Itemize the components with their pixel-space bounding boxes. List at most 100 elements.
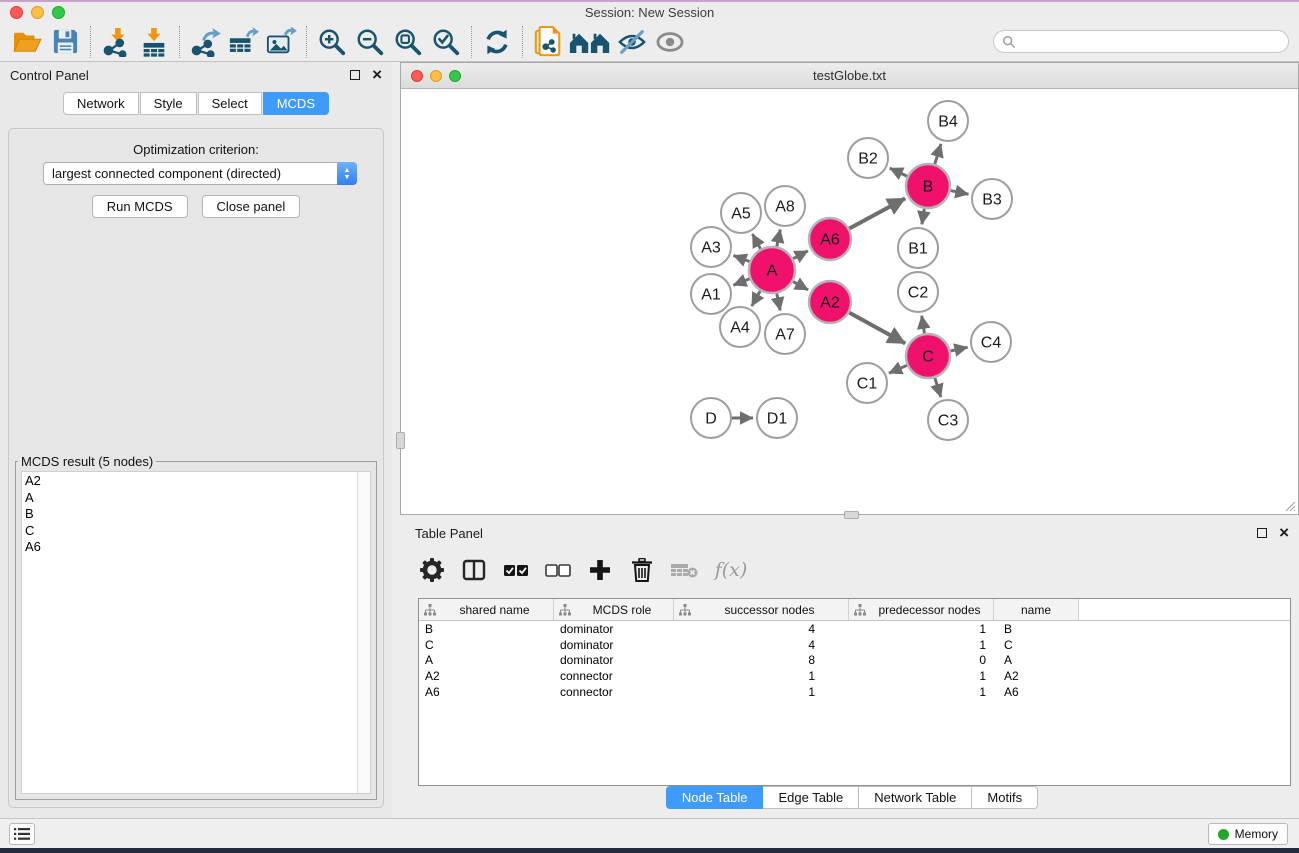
edge-B-B3[interactable] (951, 191, 969, 195)
edge-C-C4[interactable] (950, 347, 967, 351)
table-cell[interactable]: A (994, 653, 1079, 667)
edge-A-A3[interactable] (733, 255, 749, 261)
add-row-button[interactable] (583, 554, 617, 586)
float-panel-icon[interactable] (350, 70, 360, 80)
export-network-button[interactable] (186, 25, 224, 59)
vertical-divider-grip[interactable] (396, 432, 405, 449)
export-table-button[interactable] (224, 25, 262, 59)
table-cell[interactable]: A2 (994, 669, 1079, 683)
mcds-result-item[interactable]: A6 (25, 539, 357, 556)
edge-C-C3[interactable] (935, 378, 941, 397)
memory-button[interactable]: Memory (1208, 823, 1288, 845)
column-header-predecessor-nodes[interactable]: predecessor nodes (849, 599, 994, 620)
select-all-button[interactable] (499, 554, 533, 586)
float-table-panel-icon[interactable] (1257, 528, 1267, 538)
column-header-name[interactable]: name (994, 599, 1079, 620)
network-canvas[interactable]: B4B2BB3A5A8A6A3B1AC2A1A2A4A7C4CC1DD1C3 (401, 89, 1298, 514)
houses-button[interactable] (567, 25, 613, 59)
table-cell[interactable]: A (419, 653, 554, 667)
edge-C-C2[interactable] (922, 316, 925, 334)
edge-A-A4[interactable] (752, 291, 761, 306)
export-image-button[interactable] (262, 25, 300, 59)
table-cell[interactable]: 1 (674, 685, 849, 699)
function-builder-button[interactable]: f(x) (709, 554, 753, 586)
open-file-button[interactable] (8, 25, 46, 59)
save-session-button[interactable] (46, 25, 84, 59)
table-cell[interactable]: dominator (554, 622, 674, 636)
zoom-out-button[interactable] (351, 25, 389, 59)
table-cell[interactable]: 1 (849, 622, 994, 636)
table-cell[interactable]: B (419, 622, 554, 636)
edge-C-C1[interactable] (889, 365, 907, 373)
edge-A-A1[interactable] (733, 279, 749, 285)
tab-motifs[interactable]: Motifs (972, 786, 1038, 809)
criterion-dropdown[interactable]: largest connected component (directed) ▲… (43, 162, 357, 185)
eye-button[interactable] (651, 25, 689, 59)
table-cell[interactable]: connector (554, 669, 674, 683)
table-cell[interactable]: A6 (419, 685, 554, 699)
table-cell[interactable]: A2 (419, 669, 554, 683)
horizontal-divider-grip[interactable] (844, 511, 859, 519)
column-header-successor-nodes[interactable]: successor nodes (674, 599, 849, 620)
mcds-result-item[interactable]: A (25, 490, 357, 507)
settings-gear-button[interactable] (415, 554, 449, 586)
tab-network[interactable]: Network (63, 92, 139, 115)
table-cell[interactable]: 1 (849, 685, 994, 699)
close-panel-button[interactable]: Close panel (202, 195, 301, 218)
table-cell[interactable]: 4 (674, 638, 849, 652)
column-view-button[interactable] (457, 554, 491, 586)
table-row[interactable]: A6connector11A6 (419, 684, 1290, 700)
zoom-fit-button[interactable] (389, 25, 427, 59)
mcds-result-list[interactable]: A2ABCA6 (22, 472, 357, 793)
delete-row-button[interactable] (625, 554, 659, 586)
column-header-mcds-role[interactable]: MCDS role (554, 599, 674, 620)
table-cell[interactable]: B (994, 622, 1079, 636)
mcds-result-item[interactable]: A2 (25, 473, 357, 490)
mcds-result-item[interactable]: C (25, 523, 357, 540)
edge-A6-B[interactable] (849, 198, 905, 228)
table-cell[interactable]: C (994, 638, 1079, 652)
network-graph[interactable]: B4B2BB3A5A8A6A3B1AC2A1A2A4A7C4CC1DD1C3 (401, 89, 1298, 507)
node-table[interactable]: shared nameMCDS rolesuccessor nodesprede… (418, 598, 1291, 786)
column-header-shared-name[interactable]: shared name (419, 599, 554, 620)
tab-style[interactable]: Style (140, 92, 197, 115)
table-cell[interactable]: 1 (674, 669, 849, 683)
hidden-eye-button[interactable] (613, 25, 651, 59)
table-row[interactable]: A2connector11A2 (419, 668, 1290, 684)
task-history-button[interactable] (9, 823, 35, 845)
tab-edge-table[interactable]: Edge Table (763, 786, 859, 809)
close-panel-icon[interactable]: × (372, 70, 382, 80)
tab-network-table[interactable]: Network Table (859, 786, 972, 809)
edge-B-B2[interactable] (890, 168, 907, 176)
zoom-selected-button[interactable] (427, 25, 465, 59)
search-box[interactable] (993, 30, 1289, 53)
close-table-panel-icon[interactable]: × (1279, 528, 1289, 538)
run-mcds-button[interactable]: Run MCDS (92, 195, 188, 218)
table-cell[interactable]: dominator (554, 638, 674, 652)
edge-A-A6[interactable] (793, 251, 808, 259)
search-input[interactable] (1016, 33, 1288, 51)
resize-grip-icon[interactable] (1282, 498, 1296, 512)
import-network-button[interactable] (97, 25, 135, 59)
edge-B-B4[interactable] (935, 144, 941, 164)
mcds-result-item[interactable]: B (25, 506, 357, 523)
network-window-titlebar[interactable]: testGlobe.txt (401, 63, 1298, 89)
table-cell[interactable]: 1 (849, 669, 994, 683)
table-cell[interactable]: 4 (674, 622, 849, 636)
tab-mcds[interactable]: MCDS (263, 92, 329, 115)
delete-table-button[interactable] (667, 554, 701, 586)
edge-A2-C[interactable] (849, 313, 905, 344)
table-row[interactable]: Bdominator41B (419, 621, 1290, 637)
table-cell[interactable]: C (419, 638, 554, 652)
edge-A-A8[interactable] (777, 230, 780, 247)
edge-A-A7[interactable] (777, 294, 780, 311)
table-cell[interactable]: 1 (849, 638, 994, 652)
edge-A-A2[interactable] (793, 282, 808, 290)
table-cell[interactable]: dominator (554, 653, 674, 667)
refresh-button[interactable] (478, 25, 516, 59)
table-cell[interactable]: 0 (849, 653, 994, 667)
table-cell[interactable]: A6 (994, 685, 1079, 699)
table-row[interactable]: Adominator80A (419, 653, 1290, 669)
edge-B-B1[interactable] (922, 209, 925, 225)
edge-A-A5[interactable] (752, 234, 760, 249)
